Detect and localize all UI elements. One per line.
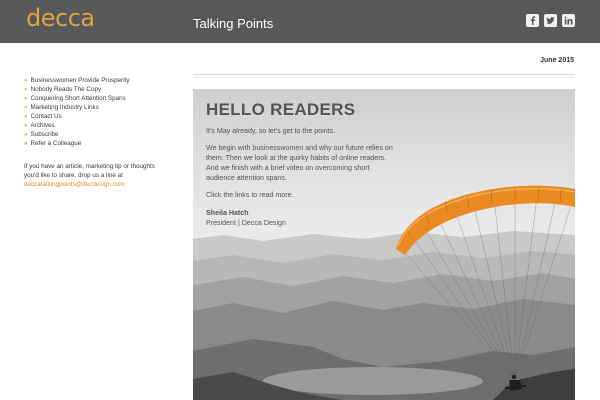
chevron-right-icon: » — [24, 104, 28, 111]
divider — [193, 77, 575, 78]
signature-name: Sheila Hatch — [206, 209, 249, 217]
nav-item-archives[interactable]: » Archives — [24, 121, 130, 130]
decca-logo[interactable]: decca — [26, 4, 95, 32]
nav-item-subscribe[interactable]: » Subscribe — [24, 130, 130, 139]
chevron-right-icon: » — [24, 131, 28, 138]
nav-item-industry-links[interactable]: » Marketing Industry Links — [24, 103, 130, 112]
twitter-icon[interactable] — [544, 14, 557, 27]
email-link[interactable]: deccatalkingpoints@decdesign.com — [24, 181, 125, 188]
article-nav: » Businesswomen Provide Prosperity » Nobod… — [24, 76, 130, 148]
issue-date: June 2015 — [540, 57, 574, 64]
sidebar-note: If you have an article, marketing tip or… — [24, 163, 155, 188]
signature-title: President | Decca Design — [206, 219, 286, 227]
divider — [193, 74, 575, 75]
nav-item-copy[interactable]: » Nobody Reads The Copy — [24, 85, 130, 94]
body-paragraph: We begin with businesswomen and why our … — [206, 144, 393, 182]
cta-paragraph: Click the links to read more. — [206, 191, 294, 199]
chevron-right-icon: » — [24, 95, 28, 102]
chevron-right-icon: » — [24, 86, 28, 93]
nav-item-refer[interactable]: » Refer a Colleague — [24, 139, 130, 148]
chevron-right-icon: » — [24, 113, 28, 120]
hero-banner: HELLO READERS It's May already, so let's… — [193, 89, 575, 400]
nav-item-attention-spans[interactable]: » Conquering Short Attention Spans — [24, 94, 130, 103]
hero-title: HELLO READERS — [206, 100, 356, 119]
intro-paragraph: It's May already, so let's get to the po… — [206, 127, 336, 135]
newsletter-title: Talking Points — [193, 16, 274, 31]
linkedin-icon[interactable] — [562, 14, 575, 27]
chevron-right-icon: » — [24, 122, 28, 129]
nav-item-businesswomen[interactable]: » Businesswomen Provide Prosperity — [24, 76, 130, 85]
chevron-right-icon: » — [24, 140, 28, 147]
chevron-right-icon: » — [24, 77, 28, 84]
header-bar: decca Talking Points — [0, 0, 600, 43]
facebook-icon[interactable] — [526, 14, 539, 27]
nav-item-contact[interactable]: » Contact Us — [24, 112, 130, 121]
